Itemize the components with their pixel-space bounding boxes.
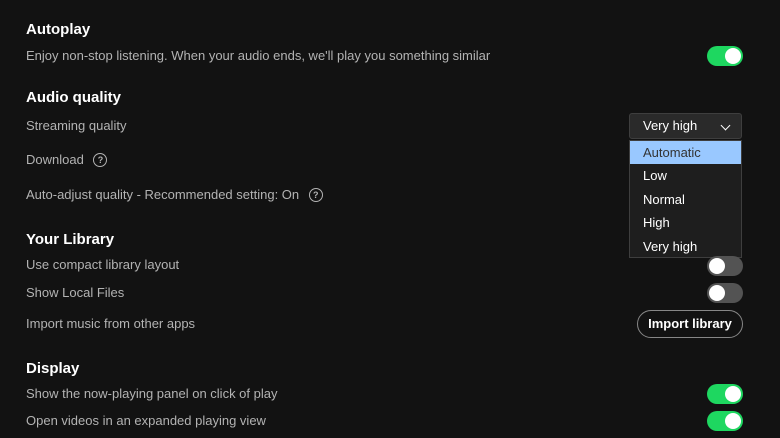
import-music-label: Import music from other apps [26, 316, 196, 331]
local-files-label: Show Local Files [26, 285, 125, 300]
toggle-knob [725, 386, 741, 402]
toggle-knob [709, 285, 725, 301]
compact-layout-toggle[interactable] [707, 256, 743, 276]
auto-adjust-label: Auto-adjust quality - Recommended settin… [26, 187, 300, 202]
expanded-video-toggle[interactable] [707, 411, 743, 431]
streaming-quality-select[interactable]: Very high [629, 113, 742, 139]
expanded-video-label: Open videos in an expanded playing view [26, 413, 266, 428]
option-very-high[interactable]: Very high [630, 235, 741, 258]
chevron-down-icon [720, 120, 731, 131]
autoplay-heading: Autoplay [26, 21, 91, 38]
toggle-knob [709, 258, 725, 274]
option-automatic[interactable]: Automatic [630, 141, 741, 165]
option-normal[interactable]: Normal [630, 188, 741, 211]
toggle-knob [725, 48, 741, 64]
import-library-button[interactable]: Import library [637, 310, 743, 338]
local-files-toggle[interactable] [707, 283, 743, 303]
download-row: Download ? [26, 152, 108, 168]
download-label: Download [26, 152, 84, 167]
auto-adjust-row: Auto-adjust quality - Recommended settin… [26, 187, 323, 203]
display-heading: Display [26, 360, 80, 377]
help-icon[interactable]: ? [308, 187, 323, 202]
option-low[interactable]: Low [630, 164, 741, 187]
toggle-knob [725, 413, 741, 429]
streaming-quality-label: Streaming quality [26, 118, 127, 133]
option-high[interactable]: High [630, 211, 741, 234]
library-heading: Your Library [26, 231, 115, 248]
help-icon[interactable]: ? [93, 152, 108, 167]
audio-quality-heading: Audio quality [26, 89, 121, 106]
now-playing-toggle[interactable] [707, 384, 743, 404]
compact-layout-label: Use compact library layout [26, 257, 180, 272]
autoplay-toggle[interactable] [707, 46, 743, 66]
streaming-quality-dropdown: Automatic Low Normal High Very high [629, 140, 742, 258]
streaming-quality-value: Very high [643, 118, 698, 133]
autoplay-description: Enjoy non-stop listening. When your audi… [26, 48, 491, 63]
now-playing-label: Show the now-playing panel on click of p… [26, 386, 278, 401]
